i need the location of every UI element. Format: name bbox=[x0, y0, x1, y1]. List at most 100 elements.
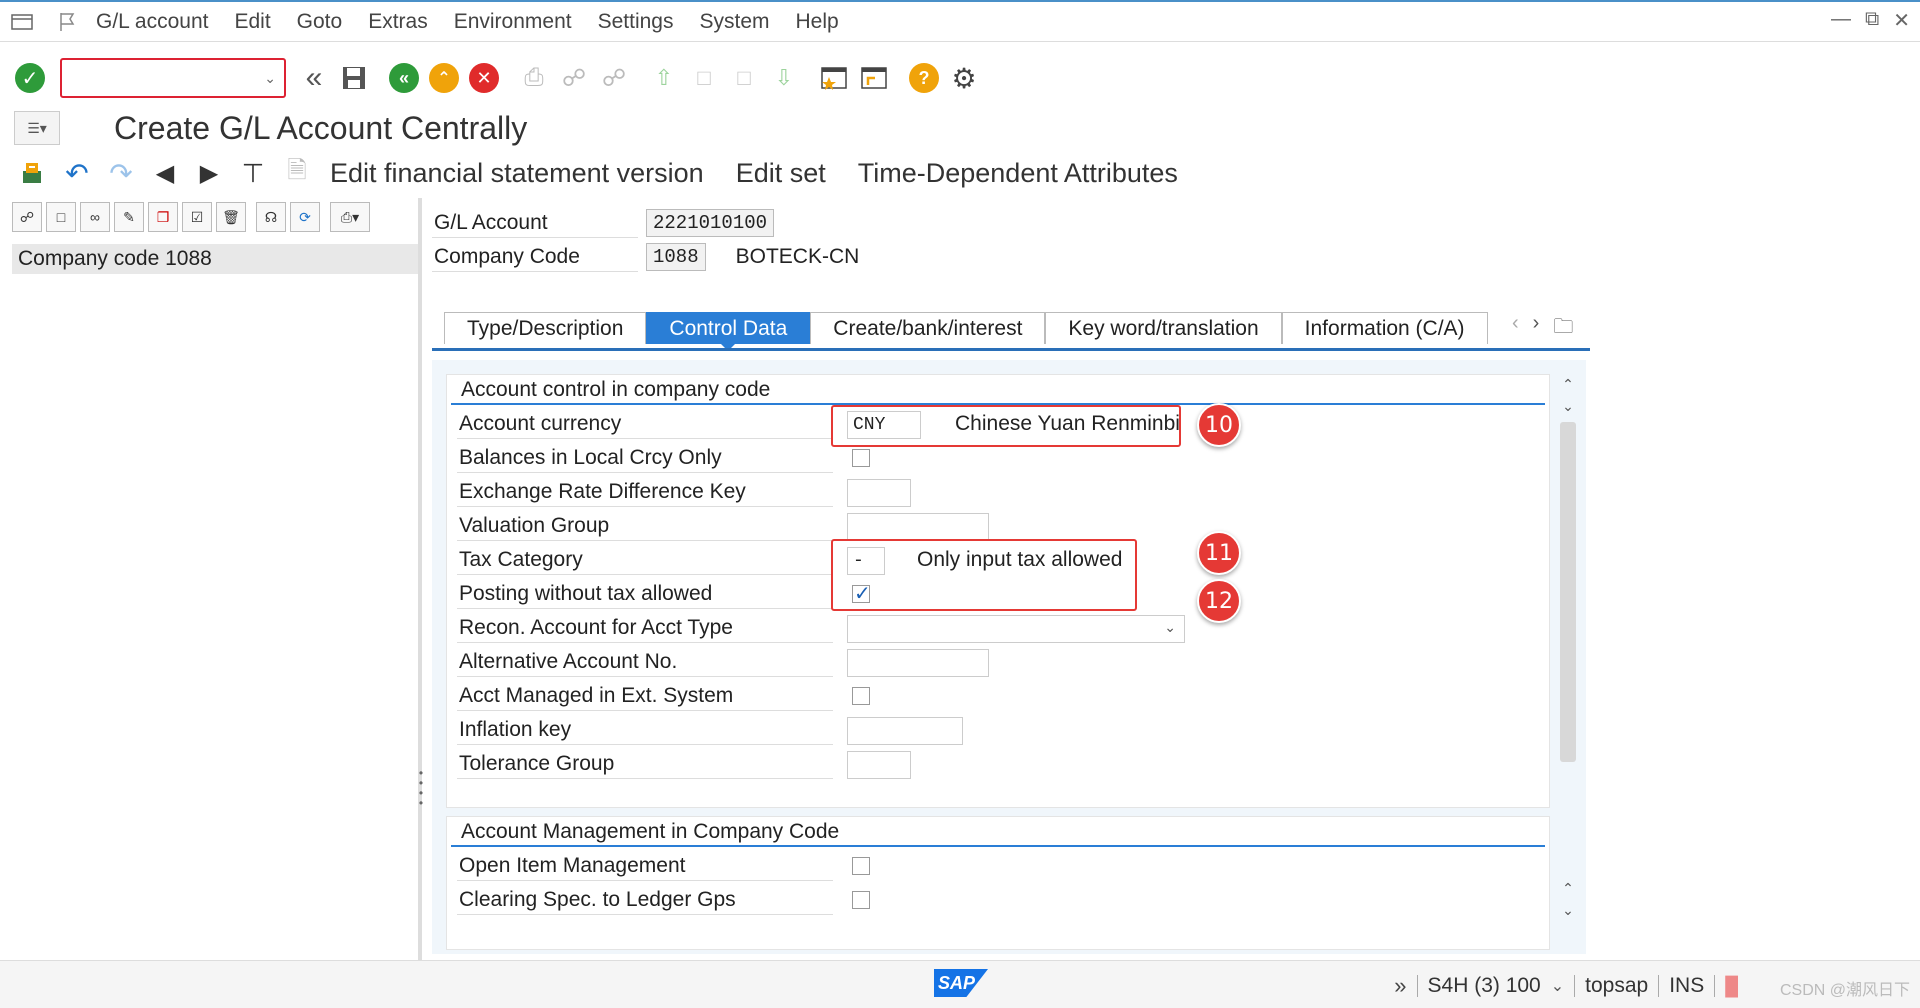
company-code-value: 1088 bbox=[646, 243, 706, 271]
cancel-button[interactable]: ✕ bbox=[466, 60, 502, 96]
scrollbar-thumb[interactable] bbox=[1560, 422, 1576, 762]
row-valuation-group: Valuation Group bbox=[457, 511, 833, 541]
copy-icon[interactable]: ❐ bbox=[148, 202, 178, 232]
alt-account-input[interactable] bbox=[847, 649, 989, 677]
tab-scroll-right-icon[interactable]: › bbox=[1533, 312, 1540, 346]
tab-scroll-left-icon[interactable]: ‹ bbox=[1512, 312, 1519, 346]
group-title-account-control: Account control in company code bbox=[451, 375, 1545, 405]
balances-local-checkbox[interactable] bbox=[852, 449, 870, 467]
menu-settings[interactable]: Settings bbox=[598, 10, 674, 34]
command-input[interactable] bbox=[62, 60, 284, 96]
expand-status-icon[interactable]: » bbox=[1394, 973, 1406, 999]
edit-set-button[interactable]: Edit set bbox=[736, 158, 826, 189]
ext-system-checkbox[interactable] bbox=[852, 687, 870, 705]
recon-account-select[interactable]: ⌄ bbox=[847, 615, 1185, 643]
redo-icon: ↷ bbox=[109, 157, 133, 189]
system-info[interactable]: S4H (3) 100 bbox=[1428, 974, 1541, 998]
headset-icon[interactable]: ☊ bbox=[256, 202, 286, 232]
refresh-icon[interactable]: ⟳ bbox=[290, 202, 320, 232]
menu-environment[interactable]: Environment bbox=[454, 10, 572, 34]
menu-edit[interactable]: Edit bbox=[234, 10, 270, 34]
annotation-badge-10: 10 bbox=[1197, 403, 1241, 447]
account-control-group: Account control in company code Account … bbox=[446, 374, 1550, 808]
system-dropdown-icon[interactable]: ⌄ bbox=[1551, 976, 1564, 996]
restore-icon[interactable]: ⧉ bbox=[1865, 8, 1879, 33]
pin-icon[interactable]: ⊤ bbox=[234, 154, 272, 192]
help-button[interactable]: ? bbox=[906, 60, 942, 96]
help-icon: ? bbox=[909, 63, 939, 93]
lock-icon[interactable]: ☑ bbox=[182, 202, 212, 232]
open-item-checkbox[interactable] bbox=[852, 857, 870, 875]
back-icon: « bbox=[389, 63, 419, 93]
exchange-rate-input[interactable] bbox=[847, 479, 911, 507]
scroll-down-icon[interactable]: ⌄ bbox=[1560, 902, 1576, 919]
screen-menu-icon[interactable]: ☰▾ bbox=[14, 111, 60, 145]
input-mode[interactable]: INS bbox=[1669, 974, 1704, 998]
back-button[interactable]: « bbox=[386, 60, 422, 96]
user-name: topsap bbox=[1585, 974, 1649, 997]
next-entry-icon[interactable]: ▶ bbox=[190, 154, 228, 192]
enter-button[interactable]: ✓ bbox=[12, 60, 48, 96]
menu-extras[interactable]: Extras bbox=[368, 10, 428, 34]
double-left-icon[interactable]: « bbox=[296, 60, 332, 96]
row-exchange-rate: Exchange Rate Difference Key bbox=[457, 477, 833, 507]
exit-button[interactable]: ⌃ bbox=[426, 60, 462, 96]
command-field[interactable]: ⌄ bbox=[60, 58, 286, 98]
menu-gl-account[interactable]: G/L account bbox=[96, 10, 208, 34]
scroll-up-icon[interactable]: ⌃ bbox=[1560, 376, 1576, 393]
vertical-scrollbar[interactable]: ⌃ ⌄ ⌃ ⌄ bbox=[1556, 372, 1580, 928]
scroll-up-step-icon[interactable]: ⌄ bbox=[1560, 398, 1576, 415]
display-glasses-icon[interactable]: ∞ bbox=[80, 202, 110, 232]
inflation-key-input[interactable] bbox=[847, 717, 963, 745]
chevron-down-icon[interactable]: ⌄ bbox=[264, 70, 276, 87]
print-menu-icon[interactable]: ⎙▾ bbox=[330, 202, 370, 232]
first-page-icon: ⇧ bbox=[654, 65, 674, 90]
tab-list-icon[interactable]: 🗀 bbox=[1553, 312, 1573, 346]
tab-information-ca[interactable]: Information (C/A) bbox=[1281, 312, 1488, 344]
previous-entry-icon[interactable]: ◀ bbox=[146, 154, 184, 192]
tolerance-group-input[interactable] bbox=[847, 751, 911, 779]
open-item-label: Open Item Management bbox=[457, 851, 833, 881]
watermark: CSDN @潮风日下 bbox=[1779, 982, 1910, 999]
menu-icon[interactable] bbox=[8, 8, 36, 36]
menu-help[interactable]: Help bbox=[796, 10, 839, 34]
tree-item-company-code[interactable]: Company code 1088 bbox=[12, 244, 418, 274]
new-document-icon[interactable]: □ bbox=[46, 202, 76, 232]
edit-fs-version-button[interactable]: Edit financial statement version bbox=[330, 158, 704, 189]
valuation-group-input[interactable] bbox=[847, 513, 989, 541]
clearing-spec-label: Clearing Spec. to Ledger Gps bbox=[457, 885, 833, 915]
company-code-name: BOTECK-CN bbox=[735, 245, 860, 268]
display-change-icon[interactable] bbox=[14, 154, 52, 192]
tab-control-data[interactable]: Control Data bbox=[646, 312, 811, 351]
annotation-box-tax bbox=[831, 539, 1137, 611]
tab-create-bank-interest[interactable]: Create/bank/interest bbox=[810, 312, 1046, 344]
header-fields: G/L Account 2221010100 Company Code 1088… bbox=[432, 206, 1432, 274]
pencil-icon[interactable]: ✎ bbox=[114, 202, 144, 232]
page-title: Create G/L Account Centrally bbox=[114, 109, 528, 146]
menu-system[interactable]: System bbox=[699, 10, 769, 34]
tab-type-description[interactable]: Type/Description bbox=[444, 312, 647, 344]
new-session-icon[interactable] bbox=[816, 60, 852, 96]
performance-icon: █ bbox=[1725, 975, 1738, 996]
balances-local-label: Balances in Local Crcy Only bbox=[457, 443, 833, 473]
shortcut-icon[interactable] bbox=[856, 60, 892, 96]
flag-icon[interactable] bbox=[54, 8, 82, 36]
row-clearing-spec: Clearing Spec. to Ledger Gps bbox=[457, 885, 833, 915]
splitter-grip[interactable]: • • • • bbox=[418, 767, 424, 809]
exit-icon: ⌃ bbox=[429, 63, 459, 93]
close-window-icon[interactable]: ✕ bbox=[1893, 8, 1910, 33]
chevron-down-icon[interactable]: ⌄ bbox=[1164, 619, 1176, 636]
time-dependent-attributes-button[interactable]: Time-Dependent Attributes bbox=[858, 158, 1178, 189]
undo-icon[interactable]: ↶ bbox=[58, 154, 96, 192]
minimize-icon[interactable]: — bbox=[1831, 8, 1851, 33]
scroll-down-step-icon[interactable]: ⌃ bbox=[1560, 880, 1576, 897]
menu-goto[interactable]: Goto bbox=[297, 10, 343, 34]
save-icon[interactable] bbox=[336, 60, 372, 96]
settings-gear-icon[interactable]: ⚙ bbox=[946, 60, 982, 96]
gl-account-label: G/L Account bbox=[432, 208, 638, 238]
tab-key-word-translation[interactable]: Key word/translation bbox=[1045, 312, 1282, 344]
delete-icon[interactable]: 🗑 bbox=[216, 202, 246, 232]
binoculars-icon[interactable]: ☍ bbox=[12, 202, 42, 232]
clearing-spec-checkbox[interactable] bbox=[852, 891, 870, 909]
exchange-rate-label: Exchange Rate Difference Key bbox=[457, 477, 833, 507]
